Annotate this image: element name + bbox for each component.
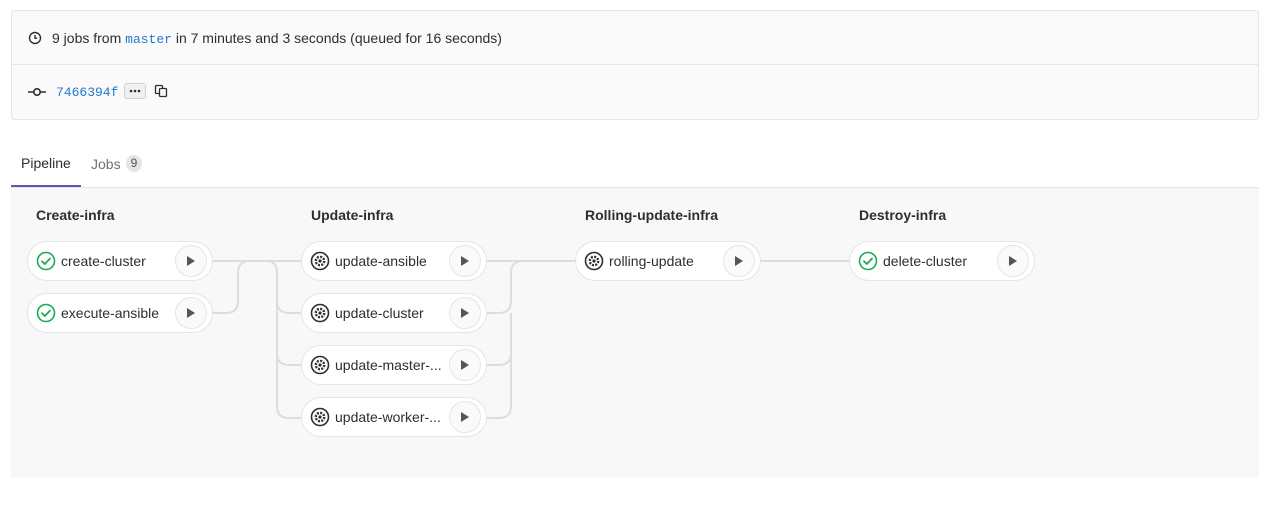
ellipsis-icon: [129, 89, 141, 93]
commit-sha-link[interactable]: 7466394f: [56, 85, 118, 100]
status-success-icon: [36, 303, 56, 323]
expand-commit-message-button[interactable]: [124, 83, 146, 99]
play-icon: [461, 360, 469, 370]
status-manual-gear-icon: [584, 251, 604, 271]
play-icon: [461, 308, 469, 318]
job-update-master[interactable]: update-master-...: [301, 345, 487, 385]
job-update-ansible[interactable]: update-ansible: [301, 241, 487, 281]
stage-title-rolling-update-infra: Rolling-update-infra: [585, 207, 718, 223]
pipeline-connectors: [212, 260, 849, 419]
play-button[interactable]: [449, 401, 481, 433]
play-button[interactable]: [449, 245, 481, 277]
pipeline-graph: Create-infra Update-infra Rolling-update…: [11, 188, 1259, 478]
play-icon: [461, 412, 469, 422]
play-icon: [735, 256, 743, 266]
duration-text: in 7 minutes and 3 seconds (queued for 1…: [175, 30, 502, 46]
play-icon: [187, 308, 195, 318]
copy-icon[interactable]: [154, 84, 168, 98]
pipeline-tabs: Pipeline Jobs 9: [11, 140, 1259, 188]
play-button[interactable]: [723, 245, 755, 277]
stage-title-destroy-infra: Destroy-infra: [859, 207, 947, 223]
job-name: delete-cluster: [883, 253, 968, 269]
play-button[interactable]: [449, 297, 481, 329]
tab-jobs[interactable]: Jobs 9: [81, 140, 152, 187]
play-button[interactable]: [175, 297, 207, 329]
job-name: rolling-update: [609, 253, 694, 269]
clock-icon: [28, 31, 42, 45]
stage-title-create-infra: Create-infra: [36, 207, 115, 223]
tab-pipeline[interactable]: Pipeline: [11, 140, 81, 187]
status-manual-gear-icon: [310, 251, 330, 271]
play-icon: [1009, 256, 1017, 266]
jobs-count-text: 9 jobs from: [52, 30, 122, 46]
status-manual-gear-icon: [310, 407, 330, 427]
pipeline-info-box: 9 jobs from master in 7 minutes and 3 se…: [11, 10, 1259, 120]
pipeline-summary-row: 9 jobs from master in 7 minutes and 3 se…: [12, 11, 1258, 65]
jobs-count-badge: 9: [125, 155, 143, 172]
job-name: update-worker-...: [335, 409, 441, 425]
status-success-icon: [36, 251, 56, 271]
job-name: execute-ansible: [61, 305, 160, 321]
status-success-icon: [858, 251, 878, 271]
play-button[interactable]: [449, 349, 481, 381]
tab-jobs-label: Jobs: [91, 155, 121, 172]
job-create-cluster[interactable]: create-cluster: [27, 241, 213, 281]
stage-title-update-infra: Update-infra: [311, 207, 394, 223]
job-name: update-cluster: [335, 305, 424, 321]
status-manual-gear-icon: [310, 303, 330, 323]
play-icon: [461, 256, 469, 266]
job-name: update-ansible: [335, 253, 427, 269]
pipeline-summary: 9 jobs from master in 7 minutes and 3 se…: [52, 30, 502, 47]
status-manual-gear-icon: [310, 355, 330, 375]
tab-pipeline-label: Pipeline: [21, 154, 71, 171]
play-button[interactable]: [175, 245, 207, 277]
job-update-cluster[interactable]: update-cluster: [301, 293, 487, 333]
job-delete-cluster[interactable]: delete-cluster: [849, 241, 1035, 281]
job-name: update-master-...: [335, 357, 442, 373]
commit-icon: [28, 87, 46, 97]
branch-ref-link[interactable]: master: [125, 32, 172, 47]
play-button[interactable]: [997, 245, 1029, 277]
job-rolling-update[interactable]: rolling-update: [575, 241, 761, 281]
play-icon: [187, 256, 195, 266]
job-execute-ansible[interactable]: execute-ansible: [27, 293, 213, 333]
job-name: create-cluster: [61, 253, 146, 269]
job-update-worker[interactable]: update-worker-...: [301, 397, 487, 437]
